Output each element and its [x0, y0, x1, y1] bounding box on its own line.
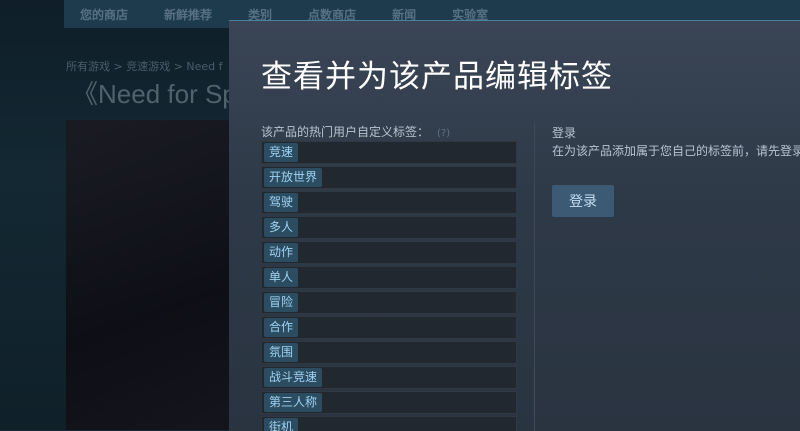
tag-coop[interactable]: 合作	[264, 318, 299, 337]
tag-row: 竞速	[261, 141, 517, 164]
tag-adventure[interactable]: 冒险	[264, 293, 299, 312]
column-divider	[534, 123, 535, 431]
modal-title: 查看并为该产品编辑标签	[261, 59, 613, 95]
tag-action[interactable]: 动作	[264, 243, 299, 262]
game-title: 《Need for Sp	[72, 79, 237, 109]
tag-row: 单人	[261, 266, 517, 289]
nav-your-store[interactable]: 您的商店	[80, 6, 128, 23]
login-button[interactable]: 登录	[552, 185, 614, 217]
login-description: 在为该产品添加属于您自己的标签前，请先登录。	[552, 144, 800, 158]
tag-atmospheric[interactable]: 氛围	[264, 343, 299, 362]
popular-tags-label-text: 该产品的热门用户自定义标签：	[261, 125, 430, 139]
breadcrumb: 所有游戏 > 竞速游戏 > Need f	[66, 60, 223, 73]
tag-arcade[interactable]: 街机	[264, 418, 299, 431]
nav-new-noteworthy[interactable]: 新鲜推荐	[164, 6, 212, 23]
tag-row: 冒险	[261, 291, 517, 314]
tag-multiplayer[interactable]: 多人	[264, 218, 299, 237]
tag-combat-racing[interactable]: 战斗竞速	[264, 368, 323, 387]
tag-row: 驾驶	[261, 191, 517, 214]
tag-row: 氛围	[261, 341, 517, 364]
tag-third-person[interactable]: 第三人称	[264, 393, 323, 412]
login-panel: 登录 在为该产品添加属于您自己的标签前，请先登录。 登录	[552, 123, 800, 217]
game-screenshot	[66, 120, 246, 430]
tag-row: 动作	[261, 241, 517, 264]
tag-row: 第三人称	[261, 391, 517, 414]
tag-edit-modal: 查看并为该产品编辑标签 该产品的热门用户自定义标签： (?) 竞速 开放世界 驾驶…	[229, 20, 800, 431]
popular-tags-label: 该产品的热门用户自定义标签： (?)	[261, 123, 519, 141]
tag-racing[interactable]: 竞速	[264, 143, 299, 162]
tag-row: 街机	[261, 416, 517, 431]
tag-row: 多人	[261, 216, 517, 239]
tag-row: 战斗竞速	[261, 366, 517, 389]
help-icon[interactable]: (?)	[437, 128, 450, 139]
tag-row: 合作	[261, 316, 517, 339]
tag-driving[interactable]: 驾驶	[264, 193, 299, 212]
tag-singleplayer[interactable]: 单人	[264, 268, 299, 287]
login-heading: 登录	[552, 126, 577, 140]
popular-tags-panel: 该产品的热门用户自定义标签： (?) 竞速 开放世界 驾驶 多人 动作 单人 冒险…	[261, 123, 519, 431]
tag-row: 开放世界	[261, 166, 517, 189]
tag-open-world[interactable]: 开放世界	[264, 168, 323, 187]
